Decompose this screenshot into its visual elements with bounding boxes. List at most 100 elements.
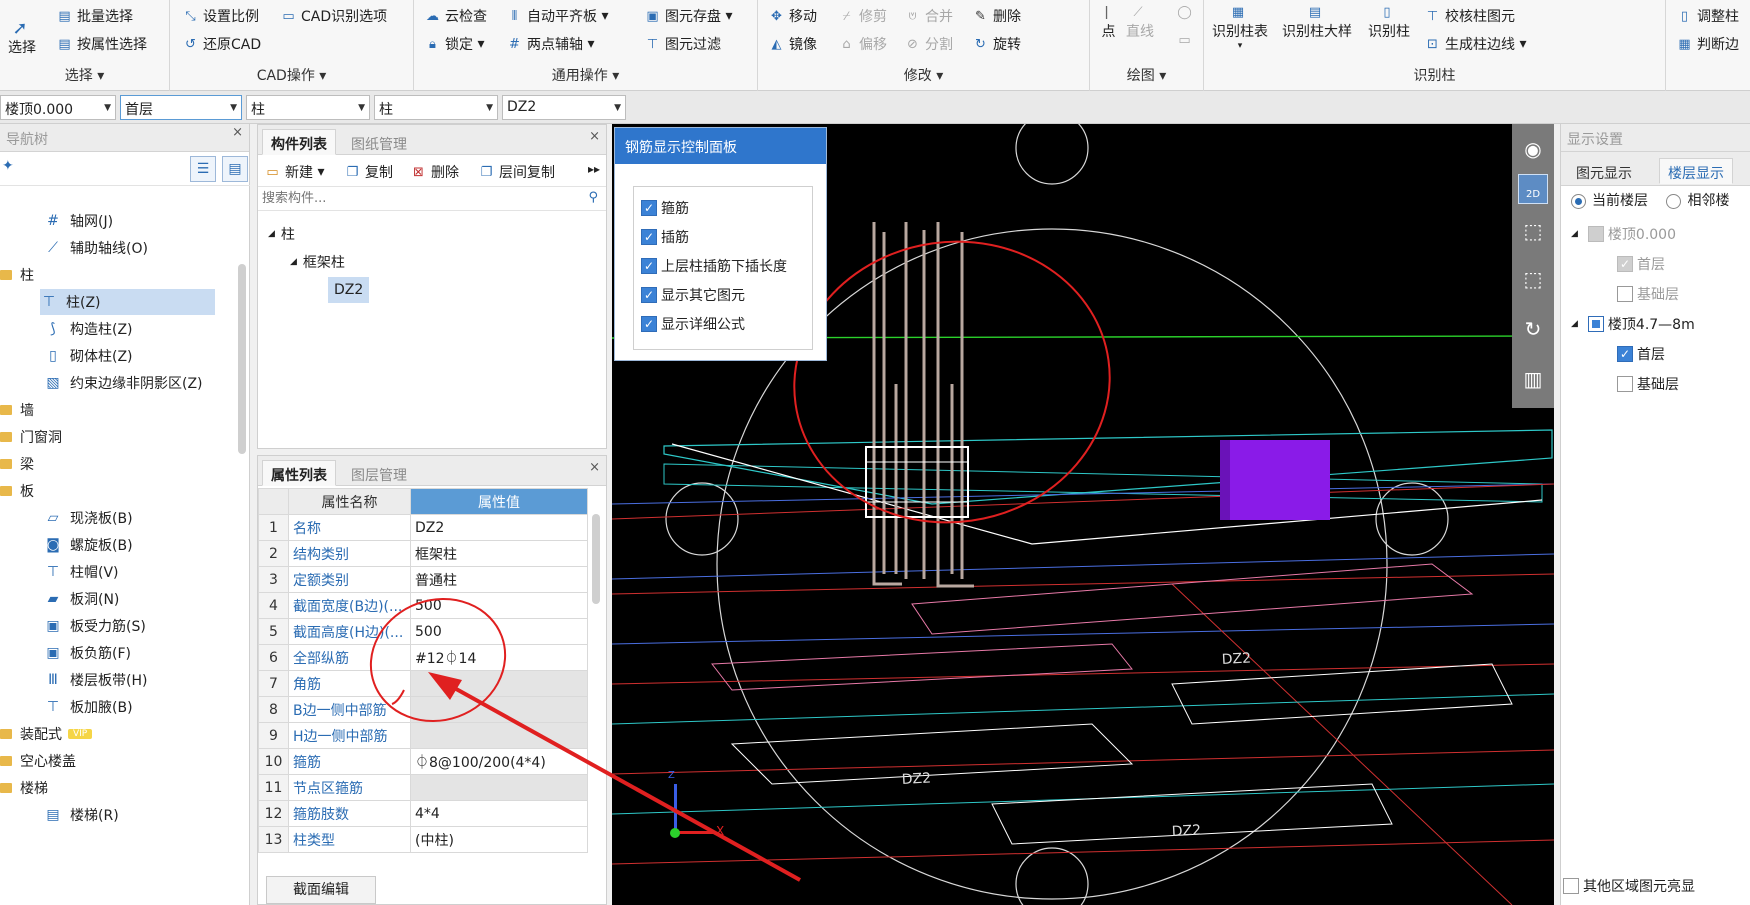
floor-2-base[interactable]: 基础层 [1617, 374, 1679, 394]
property-row[interactable]: 11 节点区箍筋 [258, 774, 588, 801]
property-value[interactable] [410, 722, 588, 749]
tree-node-dz2[interactable]: DZ2 [328, 277, 370, 303]
property-value[interactable]: 4*4 [410, 800, 588, 827]
auto-align-button[interactable]: ⫴ 自动平齐板 ▾ [506, 6, 609, 26]
property-value[interactable]: 500 [410, 618, 588, 645]
tab-drawing-management[interactable]: 图纸管理 [342, 129, 416, 155]
line-button[interactable]: ⟋ 直线 [1126, 4, 1154, 41]
nav-folder-prefab[interactable]: 装配式 VIP [0, 721, 93, 747]
element-filter-button[interactable]: ⊤ 图元过滤 [644, 34, 721, 54]
judge-edge-button[interactable]: ▦ 判断边 [1676, 34, 1739, 54]
checkbox-checked-icon[interactable]: ✓ [641, 200, 657, 216]
property-value[interactable] [410, 670, 588, 697]
tree-node-frame-column[interactable]: ◢ 框架柱 [290, 249, 345, 275]
tab-floor-display[interactable]: 楼层显示 [1659, 158, 1733, 184]
delete-component-button[interactable]: ⊠ 删除 [410, 162, 459, 182]
floor-1-base[interactable]: 基础层 [1617, 284, 1679, 304]
more-icon[interactable]: ▸▸ [588, 162, 600, 176]
nav-item-neg-rebar[interactable]: ▣ 板负筋(F) [44, 640, 131, 666]
cad-recognize-button[interactable]: ▭ CAD识别选项 [280, 6, 387, 26]
property-row[interactable]: 5 截面高度(H边)(... 500 [258, 618, 588, 645]
option-show-formula[interactable]: ✓ 显示详细公式 [641, 314, 745, 334]
tab-element-display[interactable]: 图元显示 [1567, 158, 1641, 184]
tab-component-list[interactable]: 构件列表 [262, 129, 336, 155]
floor-group-1[interactable]: ◢ 楼顶0.000 [1571, 224, 1676, 244]
mirror-button[interactable]: ◭ 镜像 [768, 34, 818, 54]
checkbox-partial-icon[interactable] [1587, 316, 1604, 332]
checkbox-checked-icon[interactable]: ✓ [641, 316, 657, 332]
checkbox-disabled-icon[interactable]: ✓ [1617, 256, 1633, 272]
attr-select-button[interactable]: ▤ 按属性选择 [56, 34, 147, 54]
property-value[interactable] [410, 696, 588, 723]
draw-group-name[interactable]: 绘图 ▾ [1090, 65, 1203, 85]
delete-button[interactable]: ✎ 删除 [972, 6, 1021, 26]
lock-button[interactable]: 🔒︎ 锁定 ▾ [424, 34, 484, 54]
check-col-button[interactable]: ⊤ 校核柱图元 [1424, 6, 1515, 26]
type-combo[interactable]: 柱 ▼ [246, 95, 370, 120]
add-icon[interactable]: ✦ [2, 158, 14, 174]
nav-item-stairs[interactable]: ▤ 楼梯(R) [44, 802, 118, 828]
view-cube-icon[interactable]: ⬚ [1518, 216, 1548, 246]
property-row[interactable]: 6 全部纵筋 #12⏀14 [258, 644, 588, 671]
tab-layer-management[interactable]: 图层管理 [342, 460, 416, 486]
search-icon[interactable]: ⚲ [588, 190, 598, 205]
section-edit-button[interactable]: 截面编辑 [266, 876, 376, 904]
split-button[interactable]: ⊘ 分割 [904, 34, 953, 54]
nav-item-column[interactable]: ⊤ 柱(Z) [40, 289, 215, 315]
orbit-icon[interactable]: ◉ [1518, 134, 1548, 164]
cad-group-name[interactable]: CAD操作 ▾ [170, 65, 413, 85]
property-value[interactable]: 500 [410, 592, 588, 619]
floor-1-first[interactable]: ✓ 首层 [1617, 254, 1665, 274]
property-row[interactable]: 12 箍筋肢数 4*4 [258, 800, 588, 827]
batch-select-button[interactable]: ▤ 批量选择 [56, 6, 133, 26]
copy-component-button[interactable]: ❐ 复制 [344, 162, 393, 182]
merge-button[interactable]: ⩅ 合并 [904, 6, 953, 26]
expand-icon[interactable]: ◢ [268, 229, 275, 239]
select-group-name[interactable]: 选择 ▾ [0, 65, 169, 85]
nav-folder-stairs[interactable]: 楼梯 [0, 775, 48, 801]
gen-edge-button[interactable]: ⊡ 生成柱边线 ▾ [1424, 34, 1526, 54]
radio-icon[interactable] [1571, 193, 1586, 209]
col-detail-button[interactable]: ▤ 识别柱大样 [1282, 4, 1352, 41]
radio-adjacent-floor[interactable]: 相邻楼 [1666, 193, 1729, 209]
other-area-highlight[interactable]: 其他区域图元亮显 [1563, 876, 1695, 896]
modify-group-name[interactable]: 修改 ▾ [758, 65, 1089, 85]
nav-item-axis-grid[interactable]: # 轴网(J) [44, 208, 113, 234]
property-row[interactable]: 2 结构类别 框架柱 [258, 540, 588, 567]
detail-view-icon[interactable]: ▤ [222, 156, 248, 182]
expand-icon[interactable]: ◢ [1571, 229, 1578, 239]
checkbox-disabled-icon[interactable] [1587, 226, 1604, 242]
close-icon[interactable]: × [589, 129, 600, 144]
floor-2-first[interactable]: ✓ 首层 [1617, 344, 1665, 364]
nav-folder-beam[interactable]: 梁 [0, 451, 34, 477]
trim-button[interactable]: ⌿ 修剪 [838, 6, 887, 26]
property-value[interactable]: DZ2 [410, 514, 588, 541]
option-upper-dowel-length[interactable]: ✓ 上层柱插筋下插长度 [641, 256, 787, 276]
view-box-icon[interactable]: ⬚ [1518, 264, 1548, 294]
nav-item-spiral-slab[interactable]: ◙ 螺旋板(B) [44, 532, 132, 558]
nav-scrollbar[interactable] [238, 264, 246, 454]
view-2d-button[interactable]: 2D [1518, 174, 1548, 204]
nav-folder-door-window[interactable]: 门窗洞 [0, 424, 62, 450]
nav-item-aux-axis[interactable]: ⟋ 辅助轴线(O) [44, 235, 148, 261]
option-show-other[interactable]: ✓ 显示其它图元 [641, 285, 745, 305]
nav-folder-wall[interactable]: 墙 [0, 397, 34, 423]
property-row[interactable]: 3 定额类别 普通柱 [258, 566, 588, 593]
circle-tool[interactable]: ◯ [1176, 4, 1197, 21]
property-value[interactable]: ⏀8@100/200(4*4) [410, 748, 588, 775]
radio-current-floor[interactable]: 当前楼层 [1571, 193, 1648, 209]
property-value[interactable] [410, 774, 588, 801]
subtype-combo[interactable]: 柱 ▼ [374, 95, 498, 120]
rotate-view-icon[interactable]: ↻ [1518, 314, 1548, 344]
properties-scrollbar[interactable] [592, 514, 600, 604]
floor-copy-button[interactable]: ❐ 层间复制 [478, 162, 555, 182]
nav-item-construct-column[interactable]: ⟆ 构造柱(Z) [44, 316, 132, 342]
property-row[interactable]: 7 角筋 [258, 670, 588, 697]
cloud-check-button[interactable]: ☁ 云检查 [424, 6, 487, 26]
two-point-axis-button[interactable]: # 两点辅轴 ▾ [506, 34, 594, 54]
set-scale-button[interactable]: ⤡ 设置比例 [182, 6, 259, 26]
restore-cad-button[interactable]: ↺ 还原CAD [182, 34, 261, 54]
property-row[interactable]: 4 截面宽度(B边)(... 500 [258, 592, 588, 619]
recognize-col-button[interactable]: ▯ 识别柱 [1368, 4, 1410, 41]
expand-icon[interactable]: ◢ [1571, 319, 1578, 329]
